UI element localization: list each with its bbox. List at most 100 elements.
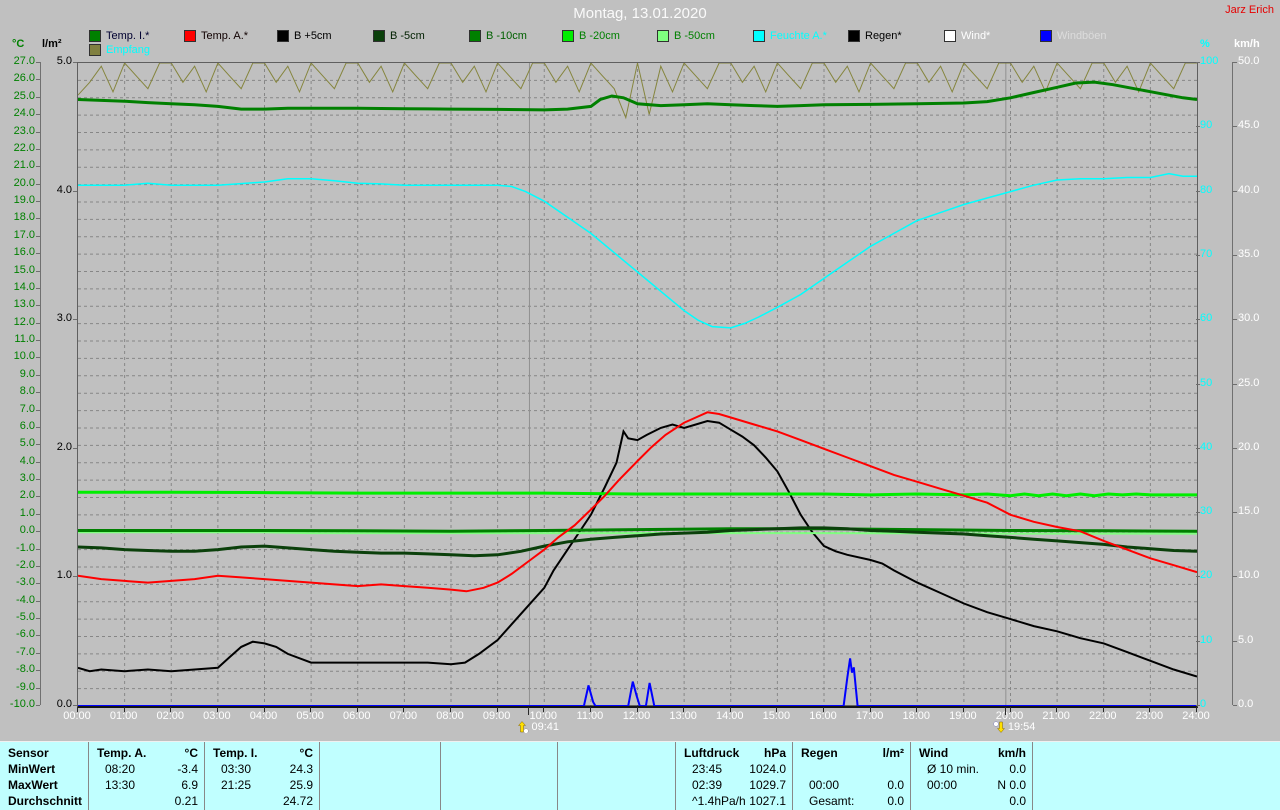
axis-tick <box>73 447 77 449</box>
wind-tick-label: 30.0 <box>1238 312 1260 325</box>
axis-title-wind: km/h <box>1234 38 1260 50</box>
wind-tick-label: 50.0 <box>1238 55 1260 67</box>
temp-c-tick-label: 22.0 <box>13 141 35 154</box>
axis-tick <box>36 513 40 515</box>
axis-tick <box>73 319 77 321</box>
axis-tick <box>36 201 40 203</box>
wind-tick-label: 40.0 <box>1238 183 1260 196</box>
stats-value: 0.0 <box>887 794 904 808</box>
temp-c-tick-label: 1.0 <box>19 506 35 519</box>
axis-tick <box>36 705 40 706</box>
temp-c-tick-label: 20.0 <box>13 176 35 189</box>
stats-value: -3.4 <box>177 762 198 776</box>
legend-item-label: B -20cm <box>579 30 620 42</box>
rain-tick-label: 2.0 <box>56 440 72 453</box>
wind-tick-label: 35.0 <box>1238 247 1260 260</box>
axis-tick <box>36 270 40 272</box>
legend-color-swatch <box>184 30 196 42</box>
temp-c-tick-label: 9.0 <box>19 367 35 380</box>
legend-item-b-5cm: B -5cm <box>373 30 425 42</box>
stats-value-row <box>1033 793 1280 809</box>
stats-value-row: 03:30 24.3 <box>205 761 319 777</box>
stats-sensor-name: Luftdruck <box>684 746 740 760</box>
stats-column-header: Wind km/h <box>911 745 1032 761</box>
legend-item-label: Temp. A.* <box>201 30 249 42</box>
temp-c-tick-label: 19.0 <box>13 194 35 207</box>
stats-column-header: Temp. A. °C <box>89 745 204 761</box>
wind-tick-label: 25.0 <box>1238 376 1260 389</box>
axis-title-rain: l/m² <box>42 38 62 50</box>
stats-value-row: 02:39 1029.7 <box>676 777 792 793</box>
axis-tick <box>36 635 40 637</box>
axis-tick <box>962 707 964 712</box>
stats-value-row: ^1.4hPa/h 1027.1 <box>676 793 792 809</box>
stats-value-row: 0.0 <box>911 793 1032 809</box>
stats-column-empty <box>441 742 558 810</box>
wind-tick-label: 15.0 <box>1238 505 1260 518</box>
temp-c-tick-label: -1.0 <box>16 541 35 554</box>
stats-value-row <box>320 793 440 809</box>
axis-tick <box>1233 512 1237 514</box>
axis-tick <box>1233 190 1237 192</box>
axis-tick <box>36 148 40 150</box>
stats-value-time: 03:30 <box>221 762 252 776</box>
stats-value-time: 00:00 <box>927 778 958 792</box>
rain-tick-label: 3.0 <box>56 312 72 325</box>
axis-tick <box>1196 707 1197 712</box>
stats-sensor-name: Temp. I. <box>213 746 258 760</box>
temp-c-tick-label: 2.0 <box>19 489 35 502</box>
stats-sensor-name: Wind <box>919 746 949 760</box>
axis-tick <box>36 409 40 411</box>
stats-row-label: MaxWert <box>8 778 58 792</box>
temp-c-tick-label: 25.0 <box>13 89 35 102</box>
stats-value-row: 00:00 0.0 <box>793 777 910 793</box>
legend-color-swatch <box>657 30 669 42</box>
axis-tick <box>1004 707 1006 715</box>
axis-tick <box>36 444 40 446</box>
stats-value-time <box>328 777 336 793</box>
legend-color-swatch <box>89 30 101 42</box>
legend-item-windb-en: Windböen <box>1040 30 1107 42</box>
axis-tick <box>40 62 41 705</box>
stats-value: 1029.7 <box>749 778 786 792</box>
stats-value-row: 13:30 6.9 <box>89 777 204 793</box>
legend-item-label: Temp. I.* <box>106 30 150 42</box>
legend-item-b-10cm: B -10cm <box>469 30 527 42</box>
legend-item-empfang: Empfang <box>89 44 150 56</box>
series-b_m10 <box>78 527 1198 533</box>
temp-c-tick-label: 8.0 <box>19 385 35 398</box>
axis-tick <box>450 707 451 712</box>
humidity-tick-label: 70 <box>1200 247 1213 260</box>
stats-value: 0.21 <box>174 794 198 808</box>
temp-c-tick-label: -9.0 <box>16 680 35 693</box>
axis-tick <box>543 707 545 712</box>
axis-tick <box>36 253 40 255</box>
stats-value-time <box>328 793 336 809</box>
legend-item-label: B +5cm <box>294 30 332 42</box>
axis-tick <box>1233 62 1237 63</box>
axis-tick <box>36 618 40 620</box>
stats-value-time <box>449 793 457 809</box>
axis-tick <box>310 707 312 712</box>
legend-item-label: Empfang <box>106 44 151 56</box>
axis-tick <box>36 461 40 463</box>
humidity-tick-label: 100 <box>1200 55 1219 67</box>
axis-tick <box>36 583 40 585</box>
humidity-tick-label: 40 <box>1200 440 1213 453</box>
temp-c-tick-label: -6.0 <box>16 628 35 641</box>
axis-tick <box>1149 707 1151 712</box>
temp-c-tick-label: -7.0 <box>16 645 35 658</box>
axis-tick <box>36 687 40 689</box>
stats-value: 24.3 <box>289 762 313 776</box>
axis-tick <box>36 183 40 185</box>
humidity-tick-label: 30 <box>1200 505 1213 518</box>
stats-column-wind: Wind km/h Ø 10 min. 0.0 00:00 N 0.0 0.0 <box>911 742 1033 810</box>
axis-tick <box>1233 126 1237 128</box>
temp-c-tick-label: 4.0 <box>19 454 35 467</box>
humidity-tick-label: 60 <box>1200 312 1213 325</box>
axis-tick <box>36 287 40 289</box>
stats-sensor-name: Regen <box>801 746 838 760</box>
stats-value-row <box>558 777 675 793</box>
legend-color-swatch <box>848 30 860 42</box>
series-b_m50 <box>78 531 1197 535</box>
